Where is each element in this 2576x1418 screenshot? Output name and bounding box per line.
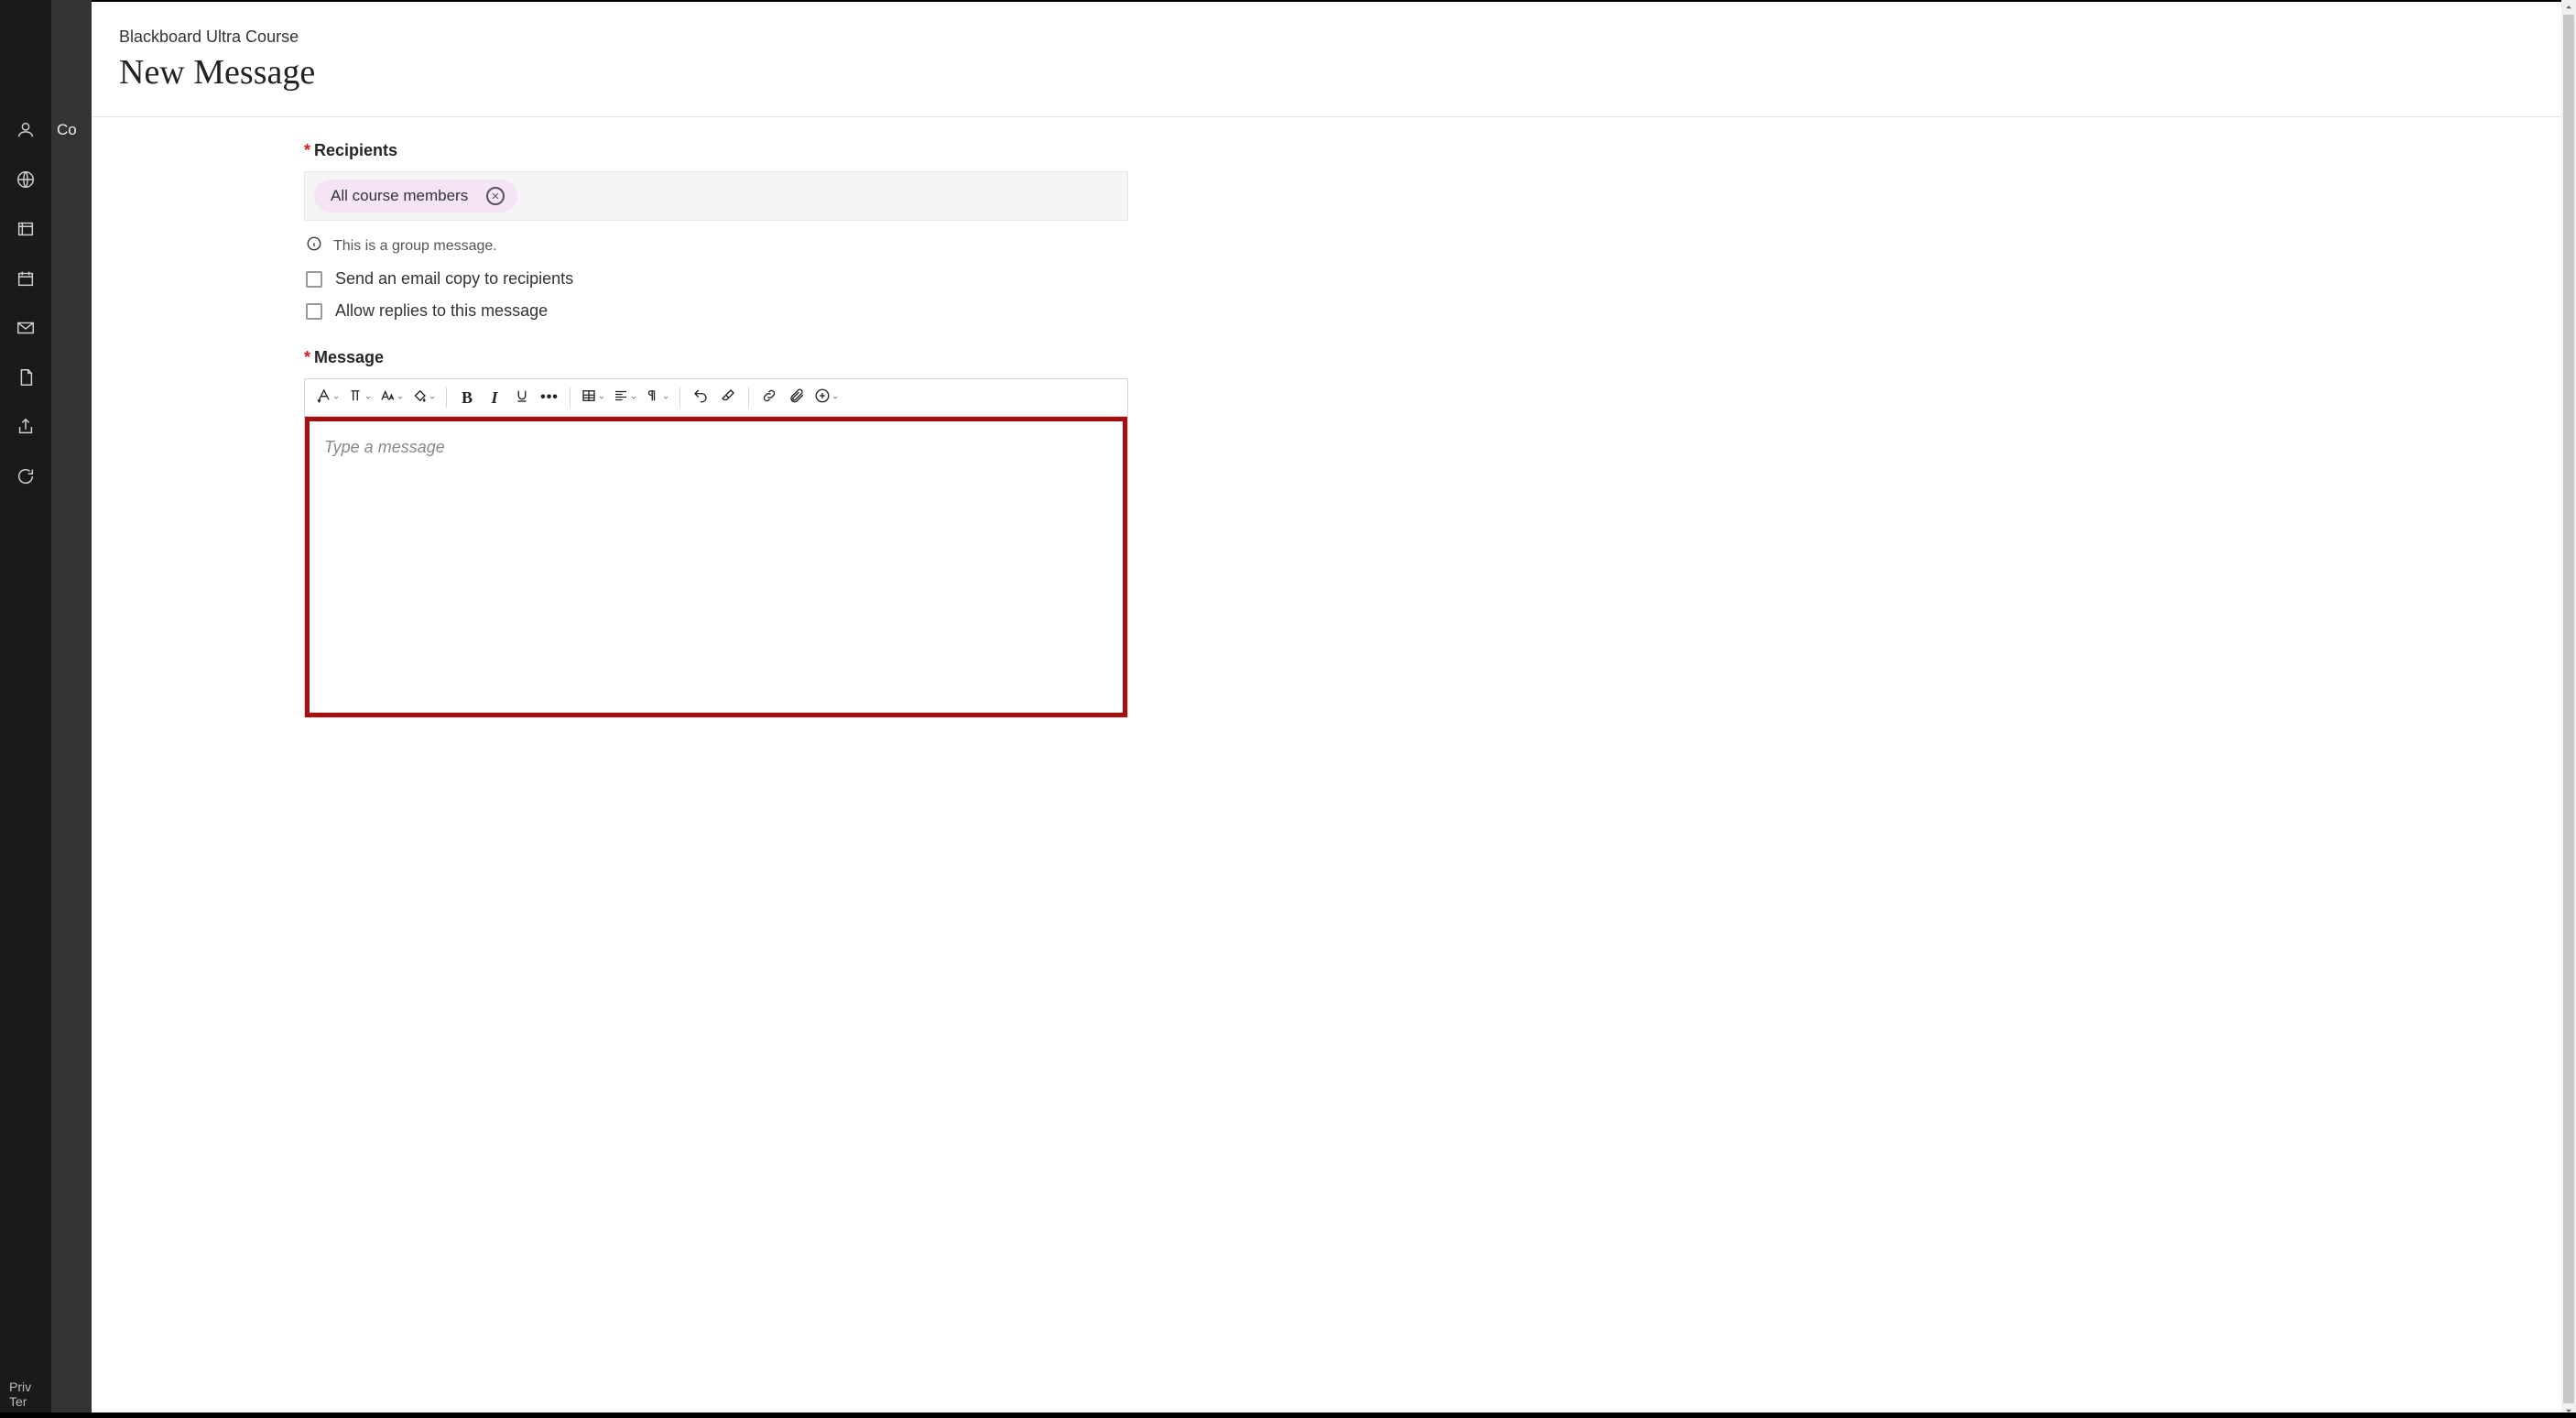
chevron-down-icon [598,389,605,406]
toolbar-separator [570,387,571,408]
scroll-thumb[interactable] [2563,15,2574,1403]
bold-button[interactable]: B [454,385,480,410]
table-button[interactable] [578,385,608,410]
font-size-button[interactable] [376,385,407,410]
group-message-info: This is a group message. [306,235,1128,256]
courses-icon[interactable] [15,218,37,240]
window-bottom-bar [0,1413,2576,1418]
highlight-button[interactable] [408,385,439,410]
chevron-down-icon [831,389,839,406]
refresh-icon[interactable] [15,465,37,487]
footer-line-privacy: Priv [9,1380,31,1394]
chevron-down-icon [332,389,340,406]
font-size-icon [379,387,396,409]
globe-icon[interactable] [15,169,37,191]
paragraph-icon [347,387,364,409]
required-asterisk: * [304,348,310,366]
recipients-label-text: Recipients [314,141,397,159]
undo-button[interactable] [688,385,713,410]
message-label: *Message [304,348,1128,367]
browser-scrollbar[interactable] [2561,0,2576,1418]
profile-icon[interactable] [15,119,37,141]
scroll-track[interactable] [2561,15,2576,1403]
eraser-icon [720,387,736,409]
more-formatting-button[interactable]: ••• [537,385,562,410]
editor-toolbar: B I ••• [305,379,1127,417]
toolbar-separator [446,387,447,408]
recipients-input[interactable]: All course members [304,171,1128,221]
footer-truncated: Priv Ter [9,1380,31,1409]
left-icon-rail [0,0,51,1418]
chevron-down-icon [630,389,637,406]
allow-replies-checkbox-row[interactable]: Allow replies to this message [306,301,1128,321]
mail-icon[interactable] [15,317,37,339]
link-button[interactable] [756,385,782,410]
info-icon [306,235,322,256]
italic-button[interactable]: I [482,385,507,410]
message-textarea[interactable]: Type a message [305,417,1127,717]
message-placeholder: Type a message [324,438,445,456]
message-label-text: Message [314,348,384,366]
plus-circle-icon [814,387,831,409]
clear-format-button[interactable] [715,385,741,410]
group-message-text: This is a group message. [333,238,497,255]
scroll-up-button[interactable] [2561,0,2576,15]
allow-replies-label: Allow replies to this message [335,301,548,321]
footer-line-terms: Ter [9,1394,31,1409]
modal-body: *Recipients All course members This is a… [92,117,2561,755]
text-style-icon [315,387,332,409]
close-icon [491,187,500,205]
undo-icon [692,387,709,409]
share-icon[interactable] [15,416,37,438]
breadcrumb: Blackboard Ultra Course [119,27,2534,47]
link-icon [761,387,777,409]
paint-bucket-icon [411,387,428,409]
background-dim-panel: Co [51,0,92,1418]
paragraph-format-button[interactable] [344,385,375,410]
modal-header: Blackboard Ultra Course New Message [92,2,2561,117]
recipient-chip-text: All course members [331,187,468,205]
text-direction-button[interactable] [642,385,672,410]
recipient-chip: All course members [314,180,517,213]
recipients-label: *Recipients [304,141,1128,160]
align-icon [613,387,629,409]
sidebar-peek-text: Co [51,0,92,139]
toolbar-separator [679,387,680,408]
required-asterisk: * [304,141,310,159]
underline-icon [514,387,530,409]
checkbox-icon [306,303,322,320]
new-message-panel: Blackboard Ultra Course New Message *Rec… [92,2,2561,1413]
chevron-down-icon [662,389,669,406]
underline-button[interactable] [509,385,535,410]
ellipsis-icon: ••• [540,389,559,406]
paperclip-icon [788,387,805,409]
chevron-down-icon [397,389,404,406]
pilcrow-icon [645,387,661,409]
chevron-down-icon [364,389,372,406]
checkbox-icon [306,271,322,288]
add-content-button[interactable] [811,385,842,410]
remove-recipient-button[interactable] [486,187,505,205]
rich-text-editor: B I ••• [304,378,1128,718]
attach-button[interactable] [784,385,810,410]
table-icon [581,387,597,409]
document-icon[interactable] [15,366,37,388]
calendar-icon[interactable] [15,267,37,289]
align-button[interactable] [610,385,640,410]
page-title: New Message [119,52,2534,93]
text-style-button[interactable] [312,385,342,410]
email-copy-label: Send an email copy to recipients [335,269,573,289]
email-copy-checkbox-row[interactable]: Send an email copy to recipients [306,269,1128,289]
toolbar-separator [748,387,749,408]
chevron-down-icon [429,389,436,406]
